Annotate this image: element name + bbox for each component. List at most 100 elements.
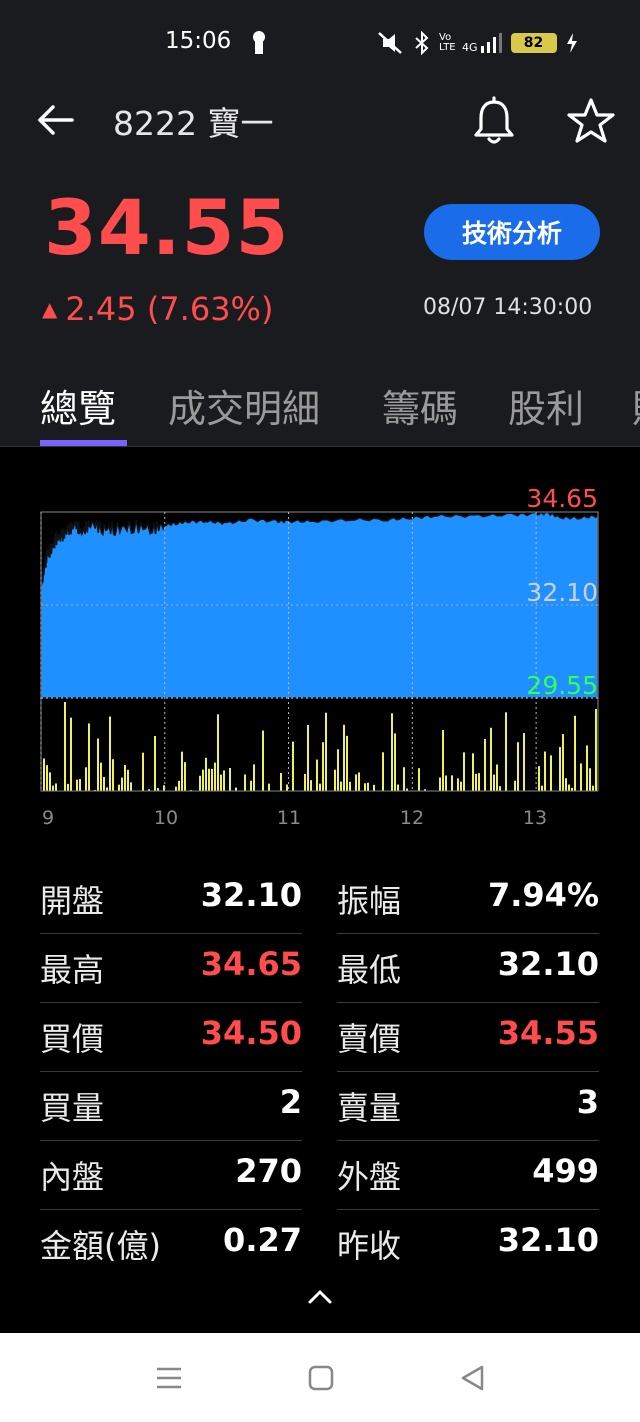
volume-bar — [493, 774, 495, 791]
volume-bar — [445, 775, 447, 791]
volume-bar — [343, 724, 345, 791]
volume-bar — [106, 787, 108, 791]
volume-bar — [523, 733, 525, 791]
volume-bar — [268, 783, 270, 791]
volume-bar — [112, 759, 114, 791]
volume-bar — [52, 785, 54, 791]
bell-icon[interactable] — [470, 96, 518, 146]
technical-analysis-button[interactable]: 技術分析 — [424, 204, 600, 260]
volume-bar — [337, 749, 339, 791]
stock-title: 8222 寶一 — [113, 104, 274, 143]
active-tab-indicator — [40, 440, 127, 446]
volume-bar — [340, 781, 342, 791]
bluetooth-icon — [415, 31, 429, 55]
volume-bar — [394, 733, 396, 791]
up-triangle-icon: ▲ — [42, 297, 58, 321]
stat-label: 金額(億) — [40, 1227, 161, 1265]
stat-value: 499 — [532, 1152, 599, 1190]
stat-value: 3 — [576, 1083, 599, 1121]
stat-row: 外盤 499 — [337, 1142, 599, 1210]
volume-bar — [550, 755, 552, 791]
home-icon[interactable] — [306, 1363, 336, 1393]
stat-label: 買量 — [40, 1089, 105, 1127]
stat-label: 最低 — [337, 951, 402, 989]
volte-indicator: Vo LTE — [439, 32, 456, 53]
volume-bar — [325, 712, 327, 791]
stat-row: 內盤 270 — [40, 1142, 302, 1210]
stat-value: 32.10 — [200, 876, 302, 914]
stat-label: 外盤 — [337, 1158, 402, 1196]
volume-bar — [457, 778, 459, 791]
volume-bar — [451, 775, 453, 791]
volume-bar — [208, 768, 210, 791]
volume-bar — [505, 712, 507, 791]
volume-bar — [442, 730, 444, 791]
volume-bar — [334, 769, 336, 791]
chevron-up-icon[interactable] — [304, 1284, 336, 1308]
stat-label: 最高 — [40, 951, 105, 989]
stat-row: 最低 32.10 — [337, 935, 599, 1003]
volume-bar — [202, 769, 204, 791]
volume-bar — [76, 779, 78, 791]
volume-bar — [463, 752, 465, 791]
stat-value: 32.10 — [497, 945, 599, 983]
mute-icon — [378, 32, 402, 54]
volume-bar — [499, 786, 501, 791]
volume-bar — [322, 742, 324, 791]
volume-bar — [70, 717, 72, 791]
back-arrow-icon[interactable] — [36, 100, 76, 140]
volume-bar — [382, 752, 384, 791]
volume-bar — [64, 702, 66, 791]
volume-bar — [220, 774, 222, 791]
volume-bar — [355, 774, 357, 791]
stat-label: 開盤 — [40, 882, 105, 920]
volume-bar — [574, 715, 576, 791]
volume-bar — [559, 747, 561, 791]
volume-bar — [496, 764, 498, 791]
volume-bar — [292, 741, 294, 791]
system-nav-bar — [0, 1333, 640, 1422]
stat-value: 7.94% — [487, 876, 599, 914]
back-triangle-icon[interactable] — [458, 1363, 488, 1393]
volume-bar — [514, 780, 516, 791]
stat-label: 內盤 — [40, 1158, 105, 1196]
stat-value: 270 — [235, 1152, 302, 1190]
stat-label: 昨收 — [337, 1227, 402, 1265]
volume-bar — [46, 765, 48, 791]
tab-trade-details[interactable]: 成交明細 — [168, 378, 320, 433]
volume-bar — [439, 777, 441, 791]
volume-bar — [592, 785, 594, 791]
signal-icon — [480, 33, 502, 53]
volume-bar — [586, 745, 588, 791]
stat-row: 賣價 34.55 — [337, 1004, 599, 1072]
network-label: 4G — [462, 41, 478, 54]
volume-bar — [418, 768, 420, 791]
stat-row: 振幅 7.94% — [337, 866, 599, 934]
star-icon[interactable] — [566, 97, 616, 145]
tab-bar: 總覽 成交明細 籌碼 股利 財 — [0, 372, 640, 447]
volume-bar — [199, 775, 201, 791]
volume-bar — [181, 751, 183, 791]
tab-chips[interactable]: 籌碼 — [382, 378, 458, 433]
stat-label: 振幅 — [337, 882, 402, 920]
volume-bar — [286, 784, 288, 791]
volume-bar — [103, 776, 105, 791]
x-label-13: 13 — [523, 807, 547, 829]
volume-bar — [316, 759, 318, 791]
menu-icon[interactable] — [154, 1363, 184, 1393]
volume-bar — [517, 742, 519, 791]
volume-bar — [484, 739, 486, 791]
volume-bar — [175, 786, 177, 791]
volume-bar — [85, 767, 87, 791]
tab-financials[interactable]: 財 — [632, 378, 640, 433]
volume-bar — [304, 773, 306, 791]
tab-dividends[interactable]: 股利 — [508, 378, 584, 433]
keyhole-icon — [253, 31, 265, 54]
stat-label: 賣量 — [337, 1089, 402, 1127]
volume-bar — [565, 778, 567, 791]
volume-bar — [589, 768, 591, 791]
volume-bar — [49, 772, 51, 791]
tab-overview[interactable]: 總覽 — [40, 378, 116, 433]
volume-bar — [211, 768, 213, 791]
intraday-chart[interactable]: 34.65 32.10 29.55 9 10 11 12 13 — [0, 480, 640, 830]
